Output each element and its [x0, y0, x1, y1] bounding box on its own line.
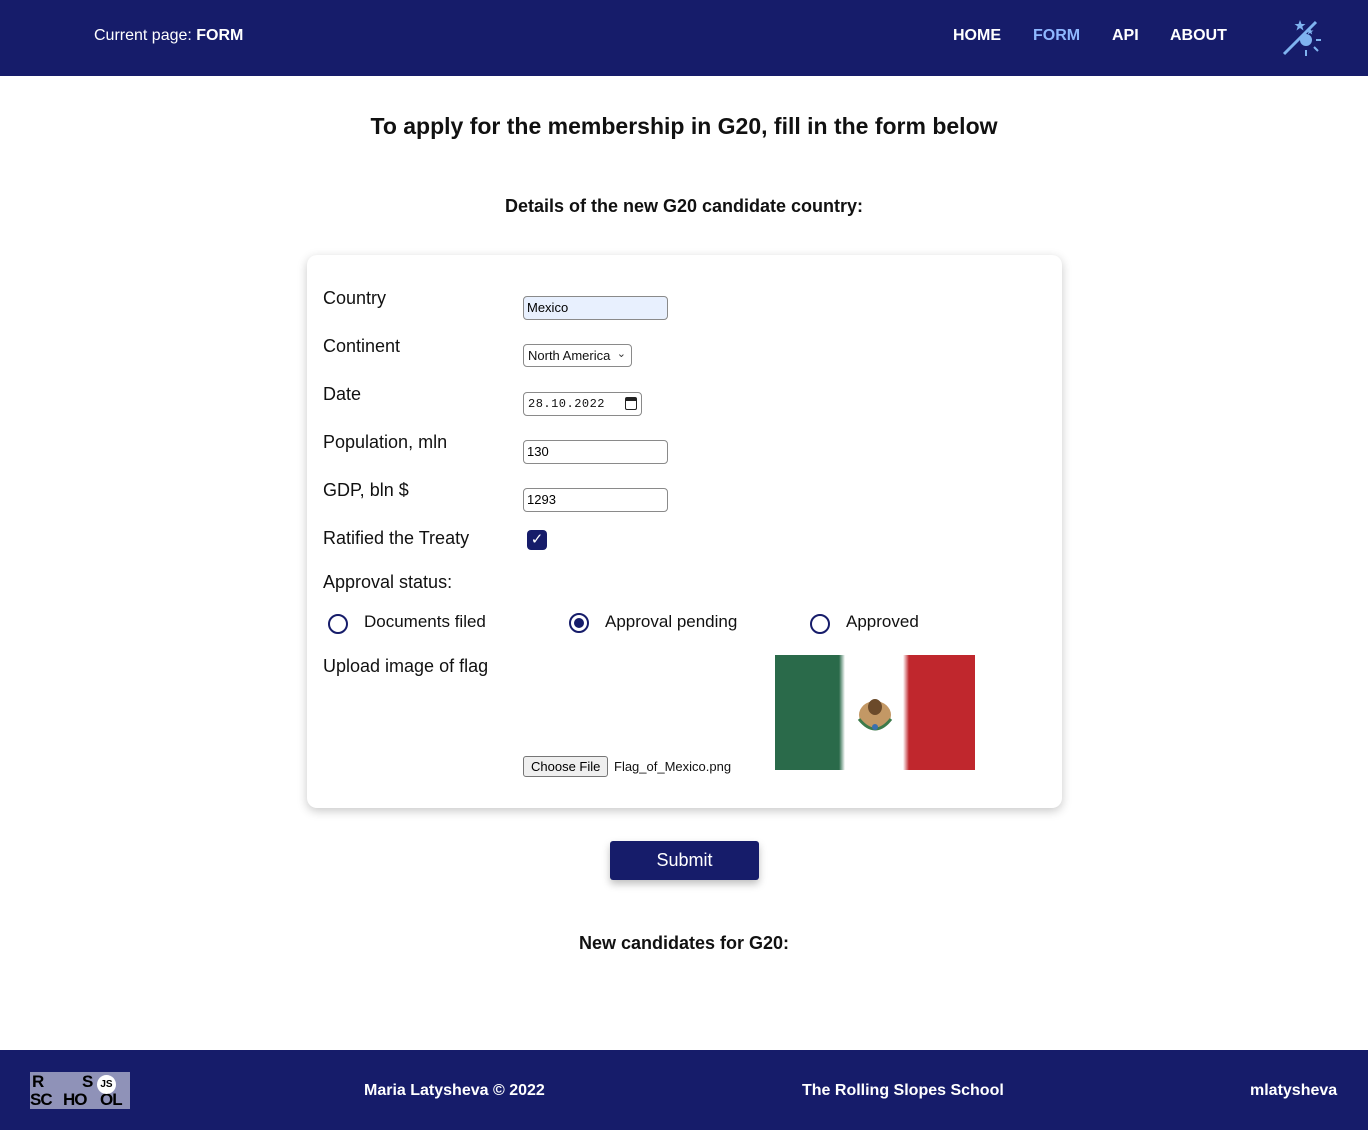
chevron-down-icon: ⌄: [616, 348, 626, 360]
js-badge-icon: JS: [97, 1075, 116, 1094]
selected-file-name: Flag_of_Mexico.png: [614, 759, 732, 774]
date-value: 28.10.2022: [528, 397, 606, 411]
moon-sun-icon[interactable]: [1276, 14, 1322, 60]
page-title: To apply for the membership in G20, fill…: [370, 113, 998, 139]
calendar-icon[interactable]: [625, 397, 637, 410]
population-input[interactable]: 130: [523, 440, 668, 464]
radio-approved[interactable]: [810, 614, 830, 634]
population-label: Population, mln: [323, 432, 448, 452]
current-page-label: Current page:: [94, 27, 197, 44]
logo-letters-sc: SC: [30, 1090, 53, 1109]
date-input[interactable]: 28.10.2022: [523, 392, 642, 416]
date-label: Date: [323, 384, 362, 404]
approval-status-label: Approval status:: [323, 572, 453, 592]
logo-letters-ho: HO: [63, 1090, 87, 1109]
footer-school-link[interactable]: The Rolling Slopes School: [802, 1082, 1004, 1100]
nav-about[interactable]: ABOUT: [1170, 27, 1227, 45]
footer-github-link[interactable]: mlatysheva: [1250, 1082, 1337, 1100]
nav-form[interactable]: FORM: [1033, 27, 1080, 45]
ratified-checkbox[interactable]: ✓: [527, 530, 547, 550]
header: Current page: FORM HOME FORM API ABOUT: [0, 0, 1368, 76]
candidates-section-title: New candidates for G20:: [578, 933, 790, 953]
submit-button[interactable]: Submit: [610, 841, 759, 880]
rs-school-logo[interactable]: R S SC HO OL JS: [30, 1072, 130, 1109]
radio-approval-pending-label: Approval pending: [605, 612, 738, 631]
current-page-indicator: Current page: FORM: [94, 27, 243, 45]
continent-label: Continent: [323, 336, 401, 356]
footer-author: Maria Latysheva © 2022: [364, 1082, 545, 1099]
continent-selected-value: North America: [528, 348, 611, 363]
nav-home[interactable]: HOME: [953, 27, 1001, 45]
current-page-value: FORM: [196, 27, 244, 44]
gdp-input[interactable]: 1293: [523, 488, 668, 512]
radio-approved-label: Approved: [846, 612, 919, 631]
nav-api[interactable]: API: [1112, 27, 1139, 45]
radio-documents-filed-label: Documents filed: [364, 612, 486, 631]
country-input[interactable]: Mexico: [523, 296, 668, 320]
flag-upload-label: Upload image of flag: [323, 656, 489, 676]
footer: R S SC HO OL JS Maria Latysheva © 2022 T…: [0, 1050, 1368, 1130]
flag-preview-image: [775, 655, 975, 770]
logo-letter-r: R: [32, 1072, 44, 1091]
candidate-form: Country Mexico Continent North America ⌄…: [307, 255, 1062, 808]
radio-documents-filed[interactable]: [328, 614, 348, 634]
logo-letter-s: S: [82, 1072, 93, 1091]
form-section-title: Details of the new G20 candidate country…: [504, 196, 864, 216]
ratified-label: Ratified the Treaty: [323, 528, 470, 548]
continent-select[interactable]: North America ⌄: [523, 344, 632, 367]
country-label: Country: [323, 288, 387, 308]
choose-file-button[interactable]: Choose File: [523, 756, 609, 777]
radio-approval-pending[interactable]: [569, 613, 589, 633]
gdp-label: GDP, bln $: [323, 480, 409, 500]
